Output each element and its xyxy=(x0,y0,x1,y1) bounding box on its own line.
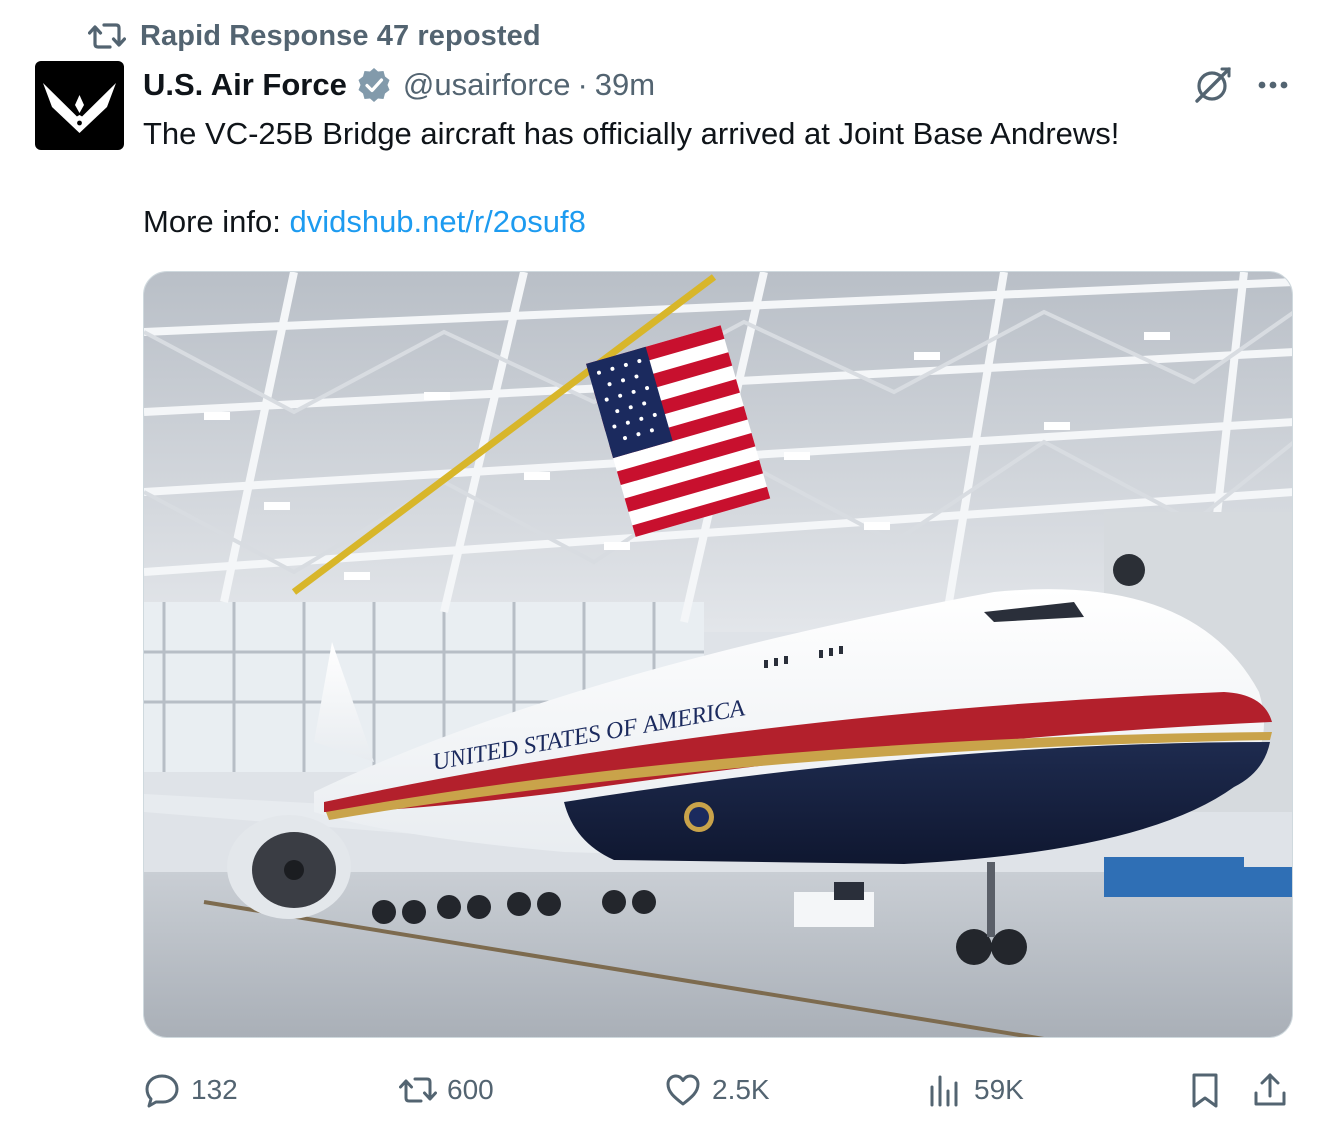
verified-badge-icon[interactable] xyxy=(356,67,392,103)
author-handle[interactable]: @usairforce xyxy=(403,67,571,103)
more-info-label: More info: xyxy=(143,204,290,239)
post-timestamp[interactable]: 39m xyxy=(595,67,655,103)
views-button[interactable]: 59K xyxy=(926,1064,1024,1116)
heart-icon xyxy=(666,1074,700,1106)
share-button[interactable] xyxy=(1251,1064,1289,1116)
post-image[interactable]: UNITED STATES OF AMERICA xyxy=(143,271,1293,1038)
author-name[interactable]: U.S. Air Force xyxy=(143,67,347,103)
repost-icon xyxy=(399,1077,437,1103)
post-text-line: The VC-25B Bridge aircraft has officiall… xyxy=(143,116,1120,151)
more-dots-icon xyxy=(1258,81,1288,89)
like-button[interactable]: 2.5K xyxy=(664,1064,770,1116)
repost-icon xyxy=(88,23,126,49)
post-header: U.S. Air Force @usairforce · 39m xyxy=(143,62,655,108)
grok-icon xyxy=(1195,67,1231,103)
repost-indicator[interactable]: Rapid Response 47 reposted xyxy=(88,14,541,58)
action-bar: 132 600 2.5K 59K xyxy=(143,1064,1293,1116)
reply-count: 132 xyxy=(191,1074,238,1105)
like-count: 2.5K xyxy=(712,1074,770,1105)
repost-button[interactable]: 600 xyxy=(399,1064,494,1116)
reply-icon xyxy=(145,1074,179,1108)
avatar[interactable] xyxy=(35,61,124,150)
post-more-info: More info: dvidshub.net/r/2osuf8 xyxy=(143,200,586,244)
repost-count: 600 xyxy=(447,1074,494,1105)
share-icon xyxy=(1254,1073,1286,1106)
air-force-symbol-icon xyxy=(43,83,116,133)
post-text: The VC-25B Bridge aircraft has officiall… xyxy=(143,112,1293,239)
more-options-button[interactable] xyxy=(1252,64,1294,106)
grok-button[interactable] xyxy=(1192,64,1234,106)
post-link[interactable]: dvidshub.net/r/2osuf8 xyxy=(289,204,585,239)
hangar-aircraft-image: UNITED STATES OF AMERICA xyxy=(144,272,1292,1037)
repost-label: Rapid Response 47 reposted xyxy=(140,19,541,52)
views-chart-icon xyxy=(930,1075,958,1107)
separator-dot: · xyxy=(577,67,588,102)
reply-button[interactable]: 132 xyxy=(143,1064,238,1116)
bookmark-icon xyxy=(1192,1073,1218,1108)
bookmark-button[interactable] xyxy=(1186,1064,1224,1116)
views-count: 59K xyxy=(974,1074,1024,1105)
